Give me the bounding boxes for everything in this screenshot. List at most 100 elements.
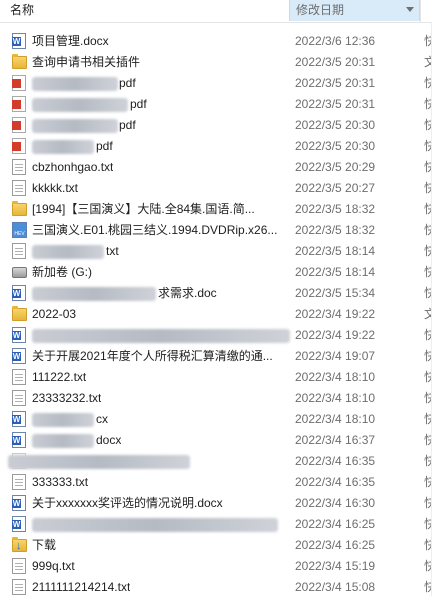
column-header-type[interactable] [420,0,432,22]
file-row[interactable]: 23333232.txt 2022/3/4 18:10 快 [0,388,432,409]
file-date: 2022/3/5 18:32 [295,202,376,216]
redaction-blur [32,98,128,112]
text-file-icon [12,243,26,259]
file-date: 2022/3/5 18:32 [295,223,376,237]
file-row[interactable]: 三国演义.E01.桃园三结义.1994.DVDRip.x26... 2022/3… [0,220,432,241]
file-row[interactable]: 求需求.doc 2022/3/5 15:34 快 [0,283,432,304]
folder-icon [12,306,27,321]
pdf-icon [12,117,26,133]
file-row[interactable]: pdf 2022/3/5 20:30 快 [0,136,432,157]
file-name: 关于xxxxxxx奖评选的情况说明.docx [32,496,223,510]
text-file-icon [12,159,26,175]
column-header-name[interactable]: 名称 [0,0,248,21]
file-date: 2022/3/4 16:35 [295,475,376,489]
file-name: 2111111214214.txt [32,580,131,594]
pdf-icon [12,138,26,154]
redaction-blur [8,455,190,469]
redaction-blur [32,140,94,154]
word-doc-icon [12,33,26,49]
file-date: 2022/3/5 20:31 [295,55,376,69]
file-row[interactable]: pdf 2022/3/5 20:31 快 [0,73,432,94]
file-name: 999q.txt [32,559,75,573]
column-header-bar: 名称 修改日期 [0,0,432,23]
file-row[interactable]: 333333.txt 2022/3/4 16:35 快 [0,472,432,493]
file-list: 项目管理.docx 2022/3/6 12:36 快 查询申请书相关插件 202… [0,31,432,598]
file-date: 2022/3/5 20:31 [295,76,376,90]
file-row[interactable]: 新加卷 (G:) 2022/3/5 18:14 快 [0,262,432,283]
file-row[interactable]: cx 2022/3/4 18:10 快 [0,409,432,430]
file-name: 23333232.txt [32,391,102,405]
file-date: 2022/3/4 16:37 [295,433,376,447]
file-row[interactable]: pdf 2022/3/5 20:31 快 [0,94,432,115]
drive-icon [12,267,27,278]
file-row[interactable]: 2022/3/4 16:35 快 [0,451,432,472]
file-name: 新加卷 (G:) [32,265,92,279]
file-row[interactable]: txt 2022/3/5 18:14 快 [0,241,432,262]
text-file-icon [12,474,26,490]
sort-dropdown-icon[interactable] [406,7,414,12]
file-row[interactable]: pdf 2022/3/5 20:30 快 [0,115,432,136]
redaction-blur [32,119,118,133]
file-date: 2022/3/5 15:34 [295,286,376,300]
text-file-icon [12,558,26,574]
file-name: docx [96,433,122,447]
redaction-blur [32,434,94,448]
file-row[interactable]: [1994]【三国演义】大陆.全84集.国语.简... 2022/3/5 18:… [0,199,432,220]
file-name: pdf [119,118,136,132]
file-name: pdf [119,76,136,90]
file-name: pdf [96,139,113,153]
file-date: 2022/3/4 18:10 [295,391,376,405]
file-date: 2022/3/4 16:25 [295,517,376,531]
redaction-blur [32,245,104,259]
file-row[interactable]: 111222.txt 2022/3/4 18:10 快 [0,367,432,388]
file-name: 111222.txt [32,370,87,384]
word-doc-icon [12,411,26,427]
file-row[interactable]: cbzhonhgao.txt 2022/3/5 20:29 快 [0,157,432,178]
file-row[interactable]: kkkkk.txt 2022/3/5 20:27 快 [0,178,432,199]
file-name: 下载 [32,538,57,552]
file-row[interactable]: 2022/3/4 19:22 快 [0,325,432,346]
file-date: 2022/3/4 15:19 [295,559,376,573]
file-row[interactable]: docx 2022/3/4 16:37 快 [0,430,432,451]
word-doc-icon [12,516,26,532]
file-date: 2022/3/4 16:35 [295,454,376,468]
column-header-date-label: 修改日期 [296,3,345,17]
word-doc-icon [12,327,26,343]
file-date: 2022/3/4 18:10 [295,412,376,426]
file-date: 2022/3/4 19:22 [295,307,376,321]
file-name: cx [96,412,108,426]
file-name: 求需求.doc [158,286,217,300]
file-name: 三国演义.E01.桃园三结义.1994.DVDRip.x26... [32,223,278,237]
text-file-icon [12,579,26,595]
folder-icon [12,201,27,216]
file-date: 2022/3/4 16:25 [295,538,376,552]
file-row[interactable]: 2022-03 2022/3/4 19:22 文 [0,304,432,325]
file-name: 项目管理.docx [32,34,109,48]
pdf-icon [12,96,26,112]
file-date: 2022/3/5 20:31 [295,97,376,111]
column-header-date-modified[interactable]: 修改日期 [289,0,420,21]
file-row[interactable]: 查询申请书相关插件 2022/3/5 20:31 文 [0,52,432,73]
video-file-icon [12,222,27,238]
file-row[interactable]: 999q.txt 2022/3/4 15:19 快 [0,556,432,577]
file-row[interactable]: 项目管理.docx 2022/3/6 12:36 快 [0,31,432,52]
redaction-blur [32,413,94,427]
file-name: [1994]【三国演义】大陆.全84集.国语.简... [32,202,255,216]
download-folder-icon [12,537,27,552]
file-name: cbzhonhgao.txt [32,160,114,174]
file-name: 2022-03 [32,307,77,321]
file-row[interactable]: 下载 2022/3/4 16:25 快 [0,535,432,556]
file-row[interactable]: 关于xxxxxxx奖评选的情况说明.docx 2022/3/4 16:30 快 [0,493,432,514]
file-row[interactable]: 关于开展2021年度个人所得税汇算清缴的通... 2022/3/4 19:07 … [0,346,432,367]
redaction-blur [32,287,156,301]
text-file-icon [12,180,26,196]
file-name: 333333.txt [32,475,89,489]
word-doc-icon [12,348,26,364]
file-row[interactable]: 2111111214214.txt 2022/3/4 15:08 快 [0,577,432,598]
pdf-icon [12,75,26,91]
file-date: 2022/3/6 12:36 [295,34,376,48]
file-date: 2022/3/5 20:30 [295,118,376,132]
file-date: 2022/3/5 18:14 [295,244,376,258]
file-date: 2022/3/4 16:30 [295,496,376,510]
file-row[interactable]: 2022/3/4 16:25 快 [0,514,432,535]
